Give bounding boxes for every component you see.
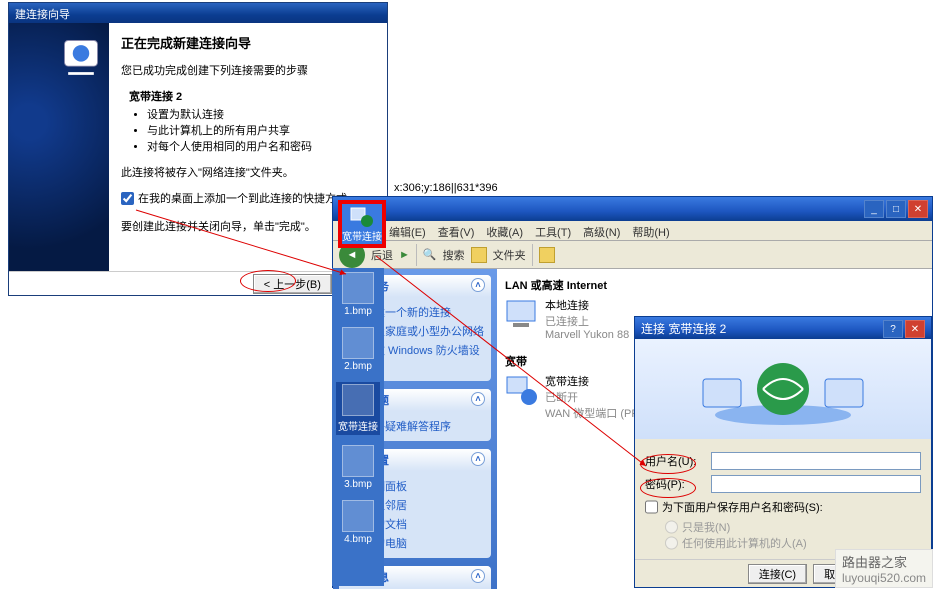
desktop-shortcut-checkbox-label: 在我的桌面上添加一个到此连接的快捷方式 (138, 190, 347, 206)
menu-view[interactable]: 查看(V) (438, 224, 475, 237)
radio-anyone (665, 535, 678, 551)
new-connection-wizard: 建连接向导 正在完成新建连接向导 您已成功完成创建下列连接需要的步骤 宽带连接 … (8, 2, 388, 296)
search-icon[interactable]: 🔍 (423, 248, 437, 261)
desktop-icon[interactable]: 3.bmp (336, 445, 380, 490)
watermark-url: luyouqi520.com (842, 571, 926, 585)
chevron-up-icon[interactable]: ˄ (471, 278, 485, 292)
password-label: 密码(P): (645, 476, 705, 492)
desktop-shortcut-checkbox-input[interactable] (121, 192, 134, 205)
chevron-up-icon[interactable]: ˄ (471, 392, 485, 406)
redbox-label: 宽带连接 (342, 228, 382, 243)
radio-only-me-label: 只是我(N) (682, 519, 730, 535)
wizard-bullet: 与此计算机上的所有用户共享 (147, 122, 375, 138)
explorer-titlebar: 网络连接 _ □ ✕ (333, 197, 932, 221)
save-credentials-checkbox[interactable] (645, 499, 658, 515)
wizard-sidebar-graphic (9, 23, 109, 271)
watermark: 路由器之家 luyouqi520.com (835, 549, 933, 588)
connection-status: 已连接上 (545, 313, 629, 329)
folders-icon[interactable] (471, 247, 487, 263)
dial-banner-icon (693, 349, 873, 429)
menu-bar: 文件(F) 编辑(E) 查看(V) 收藏(A) 工具(T) 高级(N) 帮助(H… (333, 221, 932, 241)
views-icon[interactable] (539, 247, 555, 263)
wizard-conn-name: 宽带连接 2 (129, 88, 375, 104)
connection-name: 宽带连接 (545, 373, 639, 389)
desktop-icon-broadband[interactable]: 宽带连接 (336, 382, 380, 435)
wizard-titlebar: 建连接向导 (9, 3, 387, 23)
help-button[interactable]: ? (883, 320, 903, 338)
wizard-heading: 正在完成新建连接向导 (121, 33, 375, 52)
search-label[interactable]: 搜索 (443, 247, 465, 263)
menu-tools[interactable]: 工具(T) (535, 224, 571, 237)
broadband-icon (505, 373, 539, 407)
dial-title-text: 连接 宽带连接 2 (641, 320, 726, 336)
dial-titlebar: 连接 宽带连接 2 ? ✕ (635, 317, 931, 339)
wizard-text-1: 您已成功完成创建下列连接需要的步骤 (121, 62, 375, 78)
wizard-bullet-list: 设置为默认连接 与此计算机上的所有用户共享 对每个人使用相同的用户名和密码 (147, 106, 375, 154)
close-button[interactable]: ✕ (905, 320, 925, 338)
forward-button-icon[interactable]: ► (399, 249, 410, 261)
radio-anyone-label: 任何使用此计算机的人(A) (682, 535, 807, 551)
desktop-icon[interactable]: 4.bmp (336, 500, 380, 545)
username-label: 用户名(U): (645, 453, 705, 469)
desktop-icon[interactable]: 1.bmp (336, 272, 380, 317)
chevron-up-icon[interactable]: ˄ (471, 452, 485, 466)
menu-fav[interactable]: 收藏(A) (486, 224, 523, 237)
minimize-button[interactable]: _ (864, 200, 884, 218)
wizard-bullet: 对每个人使用相同的用户名和密码 (147, 138, 375, 154)
maximize-button[interactable]: □ (886, 200, 906, 218)
desktop-icon-strip: 1.bmp 2.bmp 宽带连接 3.bmp 4.bmp (332, 268, 384, 586)
save-credentials-label: 为下面用户保存用户名和密码(S): (662, 499, 823, 515)
dial-banner (635, 339, 931, 439)
password-input[interactable] (711, 475, 921, 493)
lan-icon (505, 297, 539, 331)
broadband-shortcut-icon (349, 206, 375, 228)
connection-device: WAN 微型端口 (PP (545, 405, 639, 421)
folders-label[interactable]: 文件夹 (493, 247, 526, 263)
connect-button[interactable]: 连接(C) (748, 564, 807, 584)
connection-name: 本地连接 (545, 297, 629, 313)
wizard-text-2: 此连接将被存入"网络连接"文件夹。 (121, 164, 375, 180)
dial-form: 用户名(U): 密码(P): 为下面用户保存用户名和密码(S): 只是我(N) … (635, 439, 931, 559)
close-button[interactable]: ✕ (908, 200, 928, 218)
connection-status: 已断开 (545, 389, 639, 405)
desktop-icon[interactable]: 2.bmp (336, 327, 380, 372)
wizard-bullet: 设置为默认连接 (147, 106, 375, 122)
back-button[interactable]: < 上一步(B) (253, 274, 332, 294)
coord-readout: x:306;y:186||631*396 (394, 182, 498, 194)
menu-edit[interactable]: 编辑(E) (389, 224, 426, 237)
chevron-up-icon[interactable]: ˄ (471, 569, 485, 583)
back-button-label[interactable]: 后退 (371, 247, 393, 263)
toolbar: ◄ 后退 ► 🔍 搜索 文件夹 (333, 241, 932, 269)
dial-connection-dialog: 连接 宽带连接 2 ? ✕ 用户名(U): 密码(P): 为下面用户保存用户名和… (634, 316, 932, 588)
connection-device: Marvell Yukon 88 (545, 329, 629, 341)
connection-wizard-icon (59, 35, 103, 79)
group-header-lan: LAN 或高速 Internet (505, 277, 924, 293)
radio-only-me (665, 519, 678, 535)
menu-help[interactable]: 帮助(H) (632, 224, 669, 237)
wizard-button-row: < 上一步(B) 完成 (9, 271, 387, 297)
menu-adv[interactable]: 高级(N) (583, 224, 620, 237)
annotation-red-square: 宽带连接 (338, 200, 386, 248)
watermark-title: 路由器之家 (842, 552, 926, 571)
username-input[interactable] (711, 452, 921, 470)
